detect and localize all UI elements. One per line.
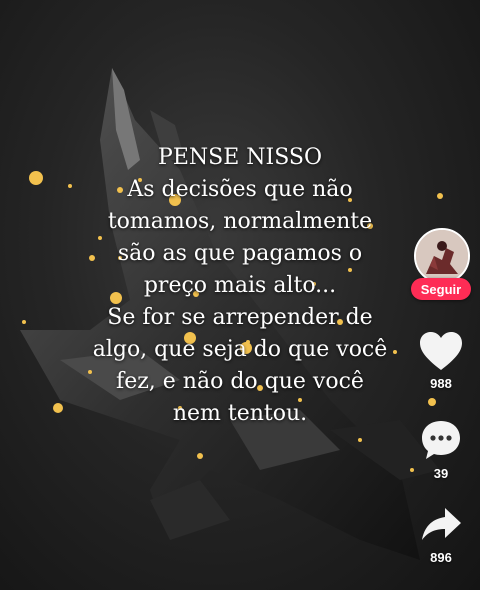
- creator-avatar[interactable]: [414, 228, 470, 284]
- comment-bubble-icon: [422, 421, 460, 459]
- comment-button[interactable]: 39: [412, 418, 470, 481]
- heart-icon: [420, 332, 462, 370]
- quote-line: Se for se arrepender de: [107, 305, 373, 330]
- quote-text-overlay: PENSE NISSO As decisões que não tomamos,…: [60, 142, 420, 430]
- like-count: 988: [430, 376, 452, 391]
- share-count: 896: [430, 550, 452, 565]
- quote-line: fez, e não do que você: [116, 369, 364, 394]
- share-arrow-icon: [422, 508, 461, 540]
- quote-line: são as que pagamos o: [117, 241, 363, 266]
- quote-line: As decisões que não: [127, 177, 353, 202]
- like-button[interactable]: 988: [412, 330, 470, 391]
- follow-button[interactable]: Seguir: [411, 278, 471, 300]
- quote-line: tomamos, normalmente: [107, 209, 373, 234]
- share-button[interactable]: 896: [412, 504, 470, 565]
- quote-line: preço mais alto...: [143, 273, 337, 298]
- quote-line: algo, que seja do que você: [92, 337, 388, 362]
- quote-title: PENSE NISSO: [158, 145, 322, 170]
- comment-count: 39: [433, 466, 449, 481]
- quote-line: nem tentou.: [172, 401, 308, 426]
- avatar-image: [416, 230, 468, 282]
